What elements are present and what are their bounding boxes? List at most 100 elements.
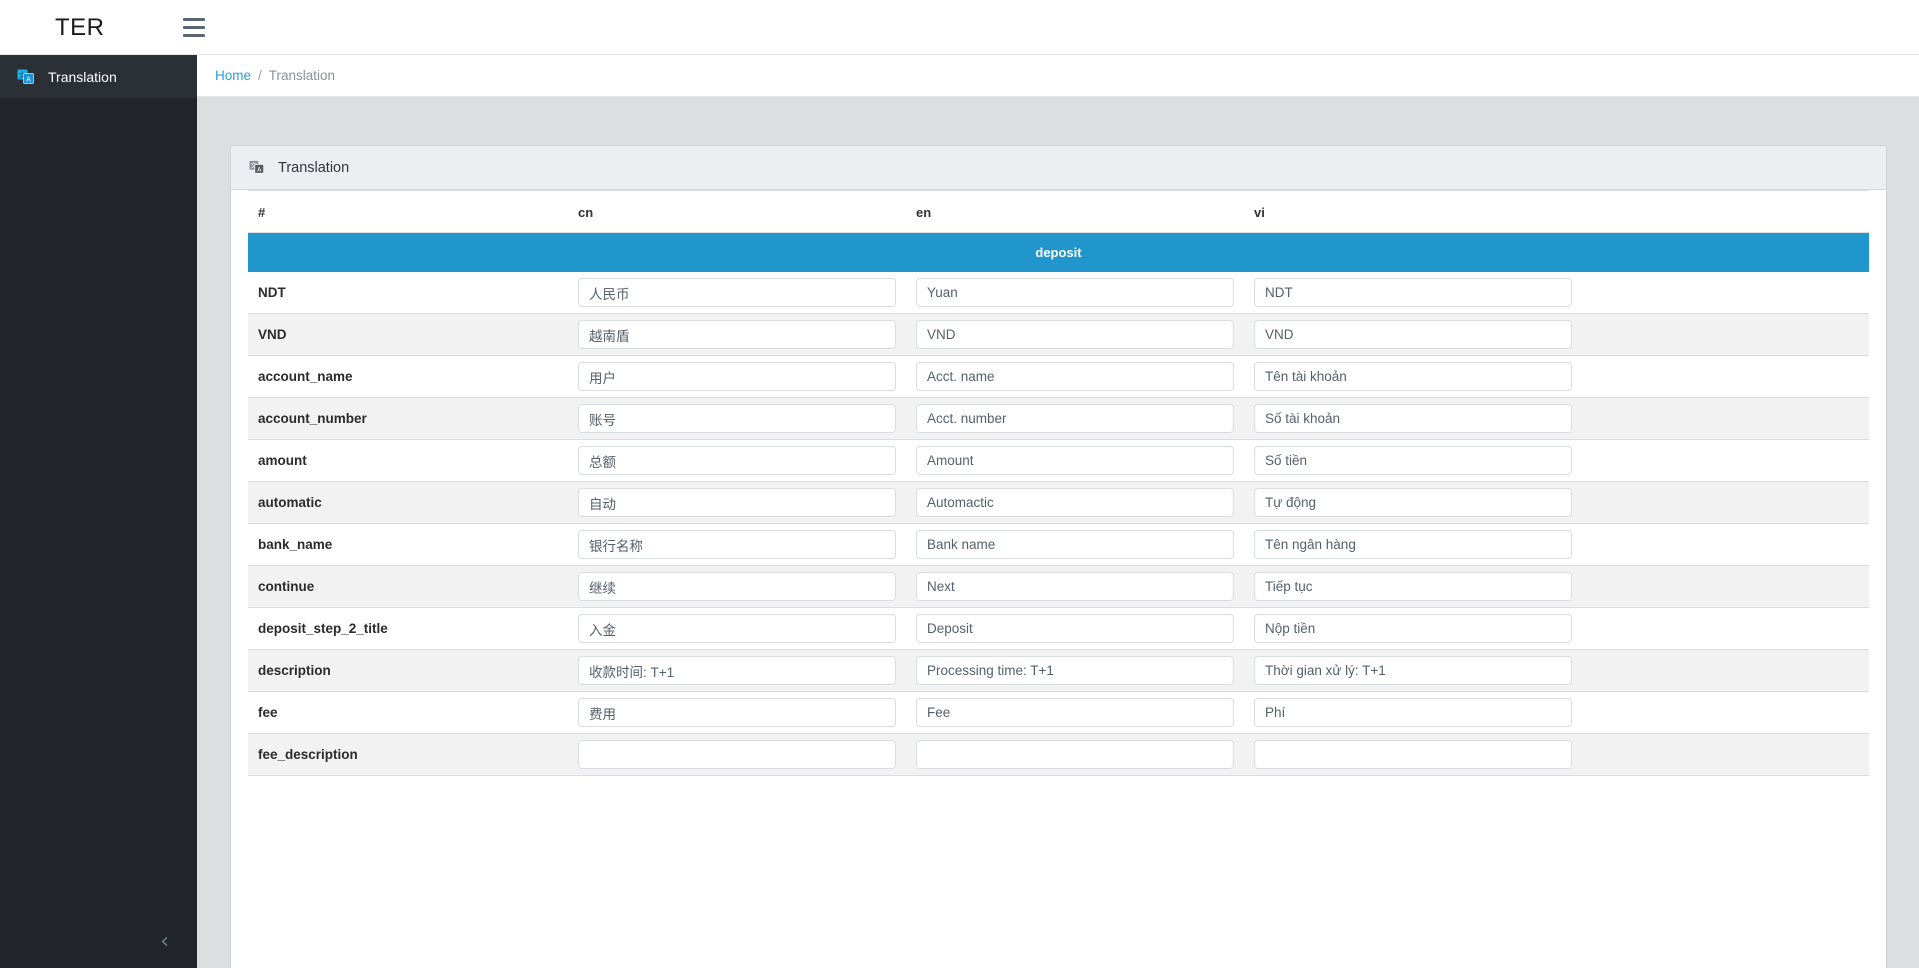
translation-input-en[interactable] <box>916 362 1234 391</box>
cell-cn <box>568 733 906 776</box>
row-key: automatic <box>248 481 568 524</box>
brand-logo[interactable]: TER <box>0 0 197 55</box>
cell-cn <box>568 313 906 356</box>
cell-spacer <box>1582 439 1869 482</box>
translation-input-vi[interactable] <box>1254 488 1572 517</box>
translation-input-en[interactable] <box>916 572 1234 601</box>
translation-input-cn[interactable] <box>578 320 896 349</box>
cell-vi <box>1244 523 1582 566</box>
translation-input-cn[interactable] <box>578 698 896 727</box>
table-row: VND <box>248 313 1869 356</box>
translation-input-cn[interactable] <box>578 740 896 769</box>
card-header: 文 A Translation <box>231 146 1886 190</box>
translation-input-vi[interactable] <box>1254 740 1572 769</box>
translation-input-en[interactable] <box>916 488 1234 517</box>
row-key: fee_description <box>248 733 568 776</box>
cell-en <box>906 313 1244 356</box>
translation-input-en[interactable] <box>916 698 1234 727</box>
cell-cn <box>568 355 906 398</box>
cell-vi <box>1244 691 1582 734</box>
sidebar-item-translation[interactable]: 文 A Translation <box>0 55 197 98</box>
row-key: bank_name <box>248 523 568 566</box>
cell-spacer <box>1582 313 1869 356</box>
cell-en <box>906 733 1244 776</box>
row-key: account_name <box>248 355 568 398</box>
cell-spacer <box>1582 691 1869 734</box>
translation-input-cn[interactable] <box>578 278 896 307</box>
translation-input-en[interactable] <box>916 278 1234 307</box>
translation-input-vi[interactable] <box>1254 362 1572 391</box>
translation-input-vi[interactable] <box>1254 530 1572 559</box>
cell-en <box>906 439 1244 482</box>
cell-vi <box>1244 439 1582 482</box>
translation-input-vi[interactable] <box>1254 614 1572 643</box>
content-area: Home / Translation 文 A Translation # cn … <box>197 55 1919 968</box>
cell-vi <box>1244 649 1582 692</box>
translation-input-cn[interactable] <box>578 656 896 685</box>
cell-cn <box>568 523 906 566</box>
translation-input-cn[interactable] <box>578 488 896 517</box>
cell-en <box>906 481 1244 524</box>
cell-vi <box>1244 607 1582 650</box>
cell-cn <box>568 649 906 692</box>
table-row: fee_description <box>248 733 1869 776</box>
cell-spacer <box>1582 649 1869 692</box>
chevron-left-icon: ‹ <box>160 928 169 954</box>
table-row: continue <box>248 565 1869 608</box>
translation-input-cn[interactable] <box>578 530 896 559</box>
translation-input-en[interactable] <box>916 656 1234 685</box>
translation-input-vi[interactable] <box>1254 698 1572 727</box>
translation-input-vi[interactable] <box>1254 320 1572 349</box>
cell-spacer <box>1582 733 1869 776</box>
translation-input-en[interactable] <box>916 404 1234 433</box>
hamburger-icon[interactable] <box>177 10 211 44</box>
breadcrumb-home-link[interactable]: Home <box>215 68 251 83</box>
translation-input-cn[interactable] <box>578 614 896 643</box>
hamburger-bar <box>183 25 205 29</box>
cell-spacer <box>1582 607 1869 650</box>
group-label: deposit <box>248 232 1869 272</box>
cell-spacer <box>1582 481 1869 524</box>
column-header-spacer <box>1582 190 1869 233</box>
translation-input-vi[interactable] <box>1254 278 1572 307</box>
hamburger-bar <box>183 33 205 37</box>
translation-input-vi[interactable] <box>1254 656 1572 685</box>
column-header-cn: cn <box>568 190 906 233</box>
translation-input-cn[interactable] <box>578 404 896 433</box>
translation-input-en[interactable] <box>916 740 1234 769</box>
translation-input-cn[interactable] <box>578 362 896 391</box>
cell-vi <box>1244 272 1582 314</box>
translation-input-cn[interactable] <box>578 446 896 475</box>
cell-en <box>906 691 1244 734</box>
translation-input-cn[interactable] <box>578 572 896 601</box>
cell-en <box>906 397 1244 440</box>
column-header-en: en <box>906 190 1244 233</box>
cell-vi <box>1244 733 1582 776</box>
translation-input-en[interactable] <box>916 614 1234 643</box>
translation-input-vi[interactable] <box>1254 572 1572 601</box>
cell-cn <box>568 439 906 482</box>
translation-input-en[interactable] <box>916 320 1234 349</box>
cell-en <box>906 523 1244 566</box>
sidebar: 文 A Translation ‹ <box>0 55 197 968</box>
table-head: # cn en vi <box>248 190 1869 233</box>
table-row: description <box>248 649 1869 692</box>
table-row: account_name <box>248 355 1869 398</box>
table-group-row: deposit <box>248 232 1869 272</box>
table-row: bank_name <box>248 523 1869 566</box>
cell-en <box>906 565 1244 608</box>
sidebar-collapse-button[interactable]: ‹ <box>0 915 197 968</box>
cell-vi <box>1244 397 1582 440</box>
svg-text:A: A <box>26 75 31 83</box>
translation-input-vi[interactable] <box>1254 446 1572 475</box>
cell-cn <box>568 272 906 314</box>
translation-input-en[interactable] <box>916 446 1234 475</box>
translation-input-en[interactable] <box>916 530 1234 559</box>
table-row: amount <box>248 439 1869 482</box>
breadcrumb-separator: / <box>258 68 262 83</box>
table-header-row: # cn en vi <box>248 190 1869 233</box>
table-row: account_number <box>248 397 1869 440</box>
cell-vi <box>1244 313 1582 356</box>
column-header-vi: vi <box>1244 190 1582 233</box>
translation-input-vi[interactable] <box>1254 404 1572 433</box>
